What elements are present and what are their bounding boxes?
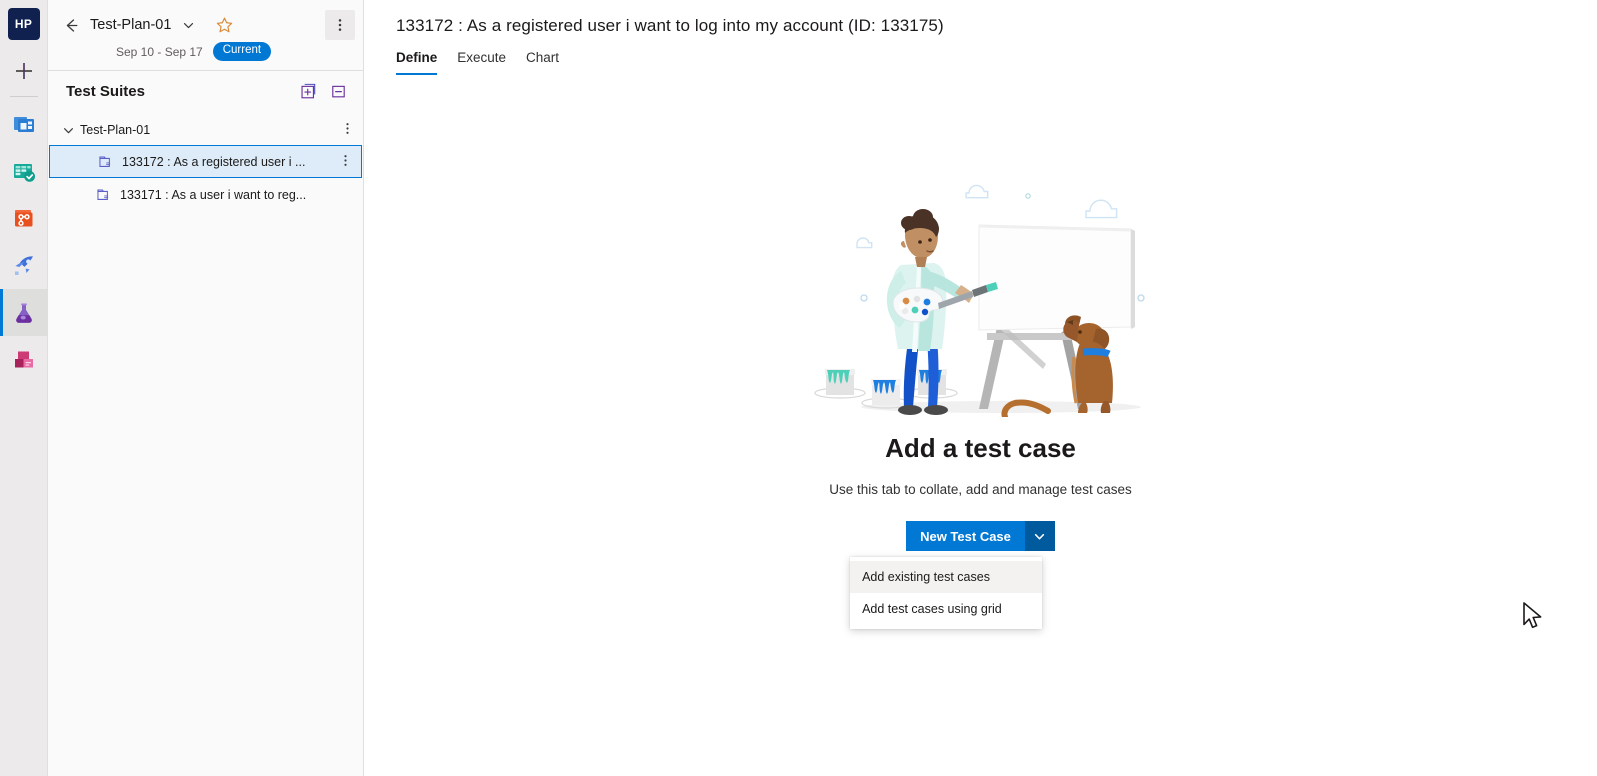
empty-state: Add a test case Use this tab to collate,… — [364, 75, 1597, 776]
requirement-suite-icon — [98, 154, 114, 170]
more-vertical-icon — [338, 19, 342, 31]
flask-icon — [15, 303, 32, 323]
new-suite-icon — [300, 83, 315, 98]
tree-row-label: Test-Plan-01 — [80, 123, 151, 137]
suites-header-label: Test Suites — [66, 82, 145, 100]
tree-row-root[interactable]: Test-Plan-01 — [48, 115, 363, 145]
tree-row-more-button[interactable] — [340, 121, 355, 139]
app-root: HP Test-Plan-01 Sep 10 - Sep 17 Current … — [0, 0, 1597, 776]
pane-header: Test-Plan-01 Sep 10 - Sep 17 Current — [48, 0, 363, 70]
pipelines-icon — [14, 255, 33, 275]
back-button[interactable] — [56, 10, 86, 40]
sidebar-item-artifacts[interactable] — [0, 336, 48, 383]
star-outline-icon — [216, 16, 233, 32]
plan-title: Test-Plan-01 — [90, 17, 172, 33]
page-title: 133172 : As a registered user i want to … — [396, 16, 944, 35]
tab-chart[interactable]: Chart — [526, 50, 559, 75]
collapse-all-button[interactable] — [323, 76, 353, 106]
collapse-all-icon — [331, 85, 345, 97]
new-test-case-split-button: New Test Case Add existing test cases Ad… — [850, 521, 1055, 629]
sidebar-item-overview[interactable] — [0, 101, 48, 148]
plan-header-row: Test-Plan-01 — [56, 8, 355, 42]
boards-icon — [13, 163, 35, 182]
expand-collapse-chevron[interactable] — [62, 124, 80, 137]
tab-execute[interactable]: Execute — [457, 50, 506, 75]
tree-row-label: 133172 : As a registered user i ... — [122, 154, 306, 169]
tree-row-suite-133171[interactable]: 133171 : As a user i want to reg... — [48, 178, 363, 211]
painter-easel-dog-illustration — [801, 167, 1161, 420]
sidebar-item-test-plans[interactable] — [0, 289, 48, 336]
suites-tree: Test-Plan-01 133172: As a registered us… — [48, 111, 363, 211]
back-arrow-icon — [66, 18, 77, 32]
plan-meta-row: Sep 10 - Sep 17 Current — [56, 42, 355, 70]
main-content: 133172 : As a registered user i want to … — [364, 0, 1597, 776]
chevron-down-icon — [1035, 533, 1045, 539]
new-test-case-menu: Add existing test cases Add test cases u… — [850, 557, 1043, 629]
tree-row-more-button[interactable] — [338, 153, 353, 171]
tree-row-suite-133172[interactable]: 133172 : As a registered user i ... — [49, 145, 362, 178]
status-badge: Current — [212, 42, 272, 61]
new-suite-button[interactable] — [293, 76, 323, 106]
sidebar-item-repos[interactable] — [0, 195, 48, 242]
test-suites-pane: Test-Plan-01 Sep 10 - Sep 17 Current Tes… — [48, 0, 364, 776]
menu-item-add-existing-test-cases[interactable]: Add existing test cases — [850, 561, 1043, 593]
sidebar-item-pipelines[interactable] — [0, 242, 48, 289]
artifacts-icon — [14, 351, 33, 367]
repos-icon — [14, 209, 32, 226]
more-vertical-icon — [344, 154, 347, 166]
plan-picker-button[interactable] — [173, 10, 203, 40]
sidebar-item-boards[interactable] — [0, 148, 48, 195]
empty-state-subtext: Use this tab to collate, add and manage … — [829, 482, 1132, 497]
tab-bar: Define Execute Chart — [364, 36, 1597, 75]
tab-define[interactable]: Define — [396, 50, 438, 75]
more-vertical-icon — [346, 123, 349, 134]
menu-item-add-test-cases-using-grid[interactable]: Add test cases using grid — [850, 593, 1042, 625]
new-test-case-dropdown-button[interactable] — [1024, 521, 1055, 551]
chevron-down-icon — [63, 127, 73, 133]
favorite-button[interactable] — [209, 10, 239, 40]
tree-row-label: 133171 : As a user i want to reg... — [120, 187, 307, 202]
org-logo[interactable]: HP — [7, 8, 40, 40]
left-rail: HP — [0, 0, 48, 776]
new-item-button[interactable] — [4, 52, 44, 90]
plus-icon — [15, 63, 32, 79]
empty-state-heading: Add a test case — [885, 433, 1076, 463]
rail-divider — [9, 96, 38, 97]
overview-icon — [13, 116, 34, 132]
suites-toolbar: Test Suites — [48, 71, 363, 111]
chevron-down-icon — [183, 22, 194, 28]
plan-date-range: Sep 10 - Sep 17 — [116, 44, 203, 59]
plan-more-actions-button[interactable] — [325, 10, 355, 40]
new-test-case-button[interactable]: New Test Case — [906, 521, 1025, 551]
requirement-suite-icon — [96, 187, 112, 203]
